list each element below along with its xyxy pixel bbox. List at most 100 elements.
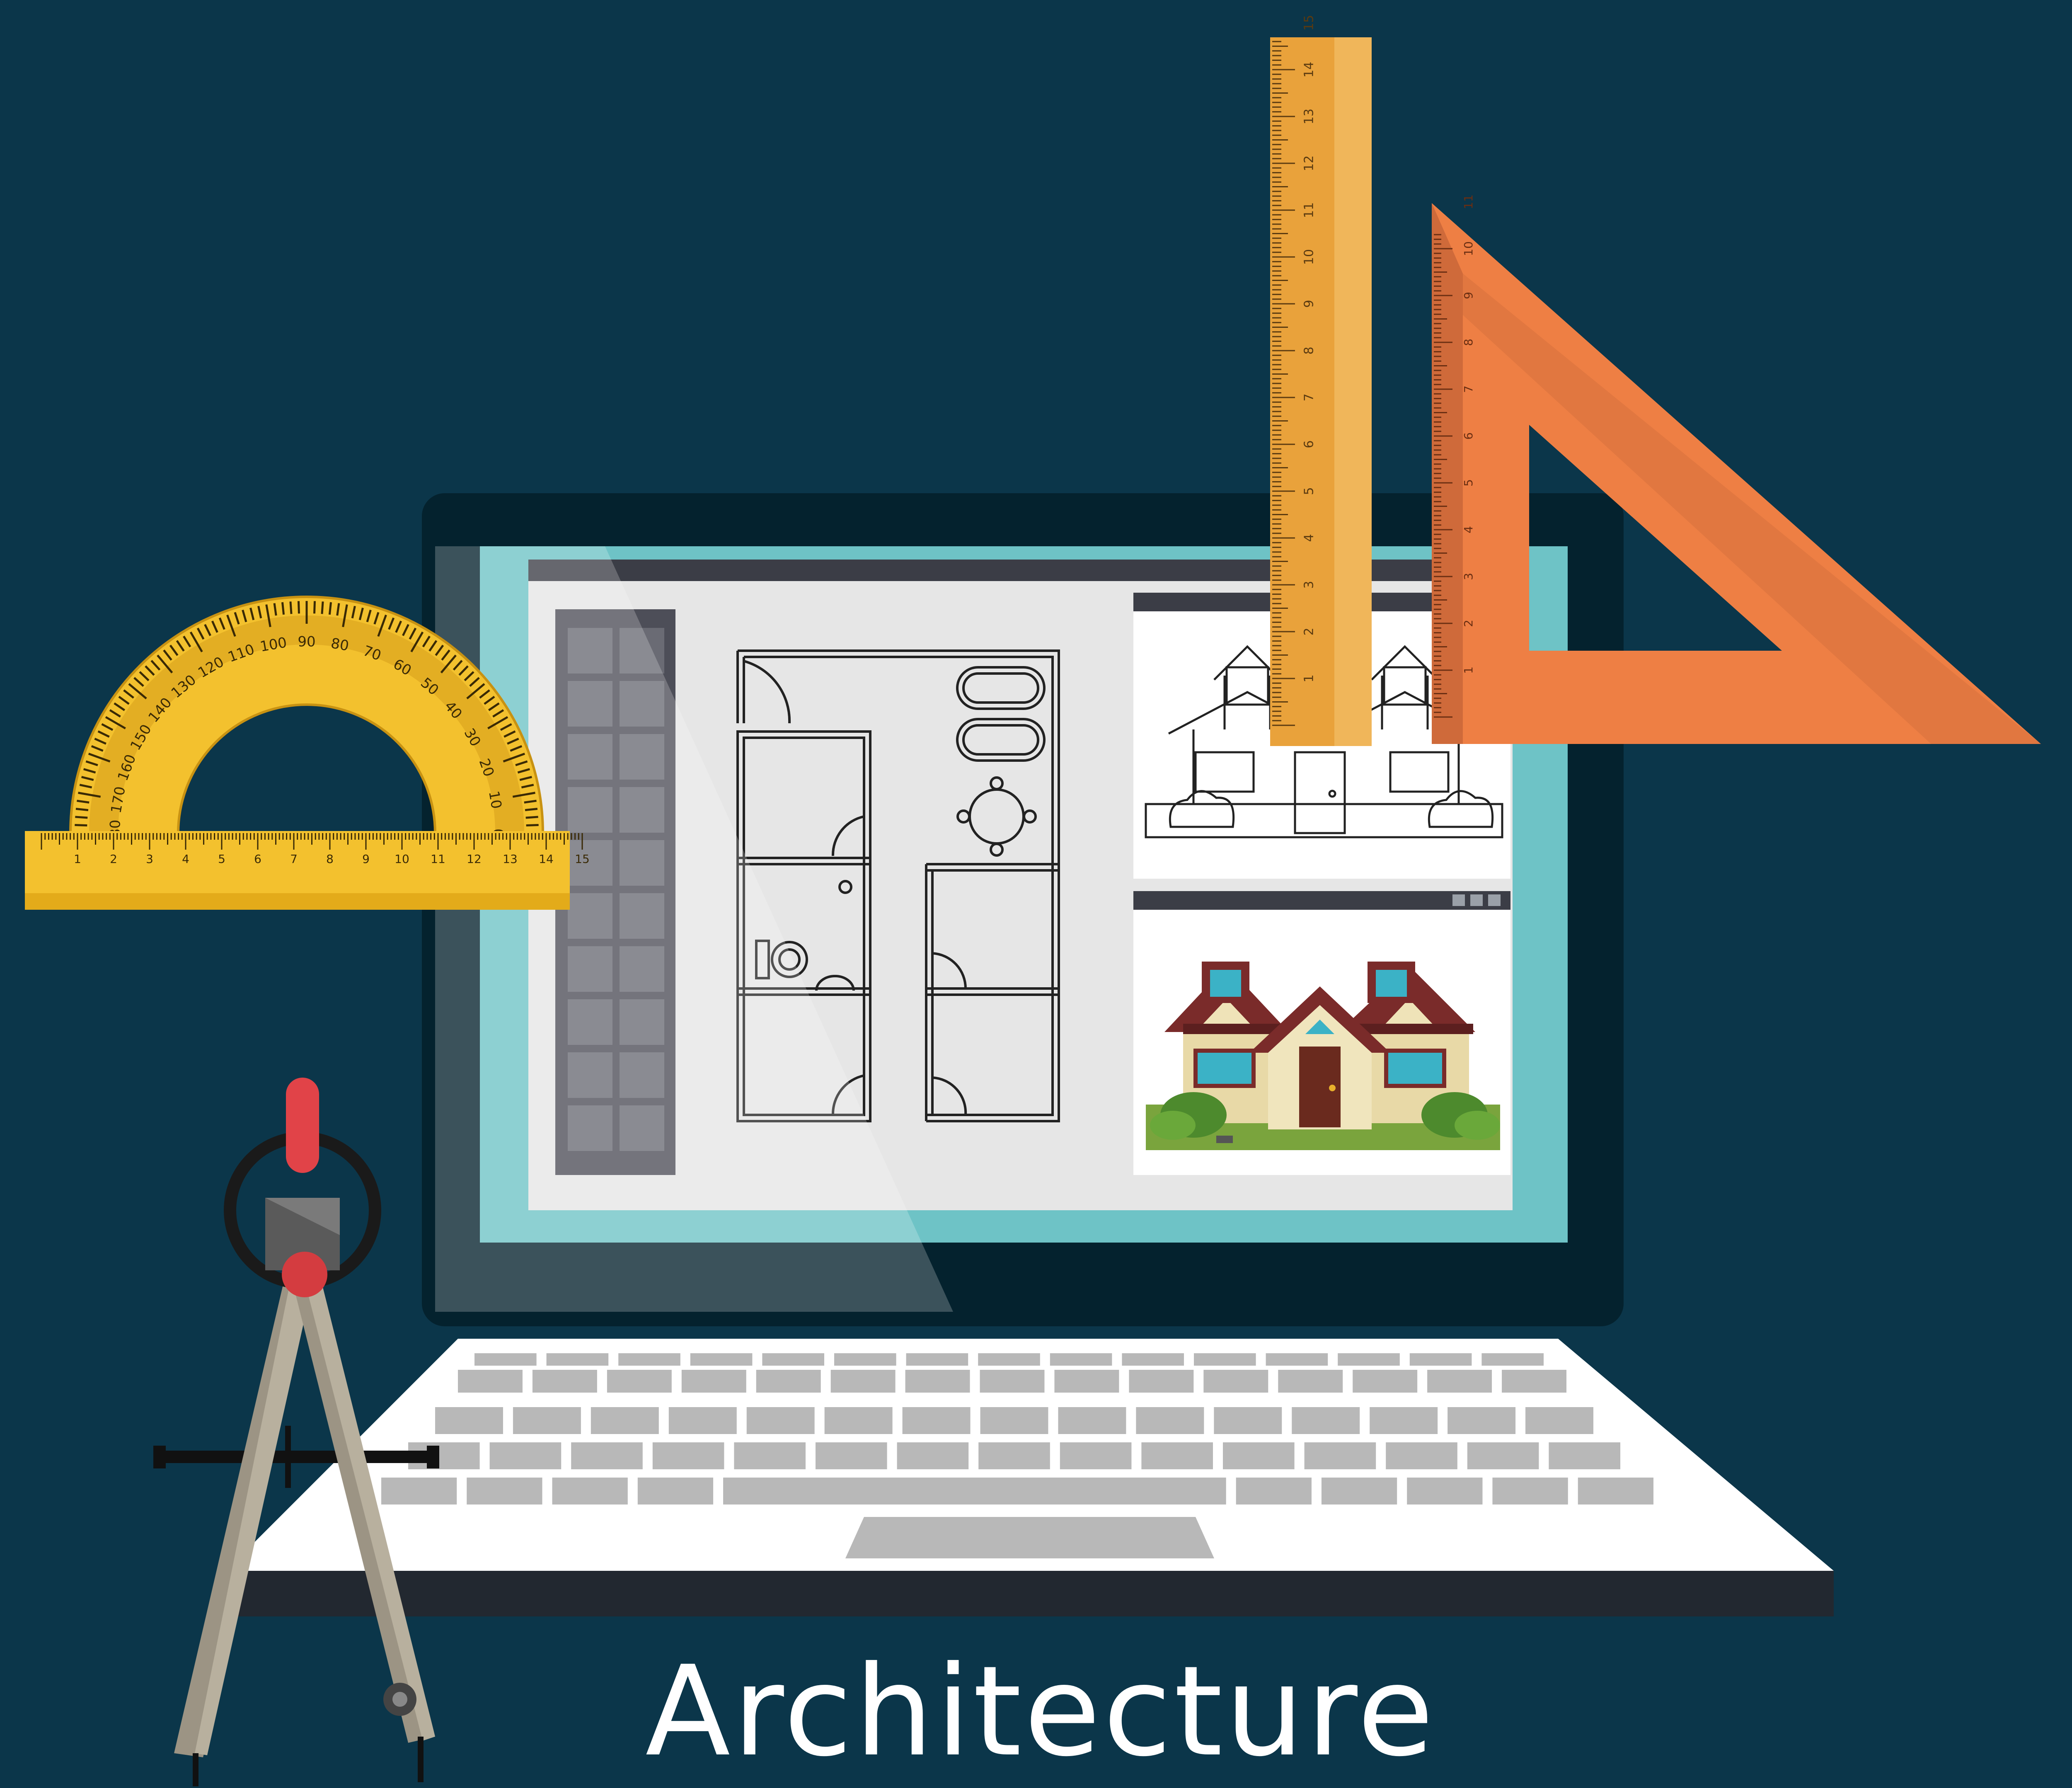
keyboard-key[interactable]	[1194, 1353, 1256, 1366]
keyboard-key[interactable]	[824, 1407, 893, 1434]
ruler-number: 8	[326, 852, 334, 866]
keyboard-key[interactable]	[1370, 1407, 1438, 1434]
keyboard-key[interactable]	[1353, 1370, 1418, 1393]
space-bar[interactable]	[723, 1478, 1226, 1505]
keyboard-key[interactable]	[905, 1370, 970, 1393]
set-square-number: 6	[1462, 432, 1475, 440]
keyboard-key[interactable]	[1236, 1478, 1312, 1505]
keyboard-key[interactable]	[1278, 1370, 1343, 1393]
keyboard-key[interactable]	[1214, 1407, 1282, 1434]
keyboard-key[interactable]	[467, 1478, 542, 1505]
keyboard-key[interactable]	[1447, 1407, 1516, 1434]
keyboard-key[interactable]	[1338, 1353, 1400, 1366]
panel-button-3[interactable]	[1488, 894, 1501, 906]
keyboard-key[interactable]	[1129, 1370, 1194, 1393]
keyboard-key[interactable]	[978, 1442, 1050, 1469]
keyboard-key[interactable]	[1321, 1478, 1397, 1505]
keyboard-key[interactable]	[1058, 1407, 1126, 1434]
ruler-number: 5	[218, 852, 225, 866]
keyboard-key[interactable]	[1502, 1370, 1566, 1393]
keyboard-key[interactable]	[652, 1442, 724, 1469]
ruler-number: 6	[254, 852, 261, 866]
keyboard-key[interactable]	[1292, 1407, 1360, 1434]
keyboard-key[interactable]	[1266, 1353, 1328, 1366]
keyboard-key[interactable]	[637, 1478, 714, 1505]
ruler-number: 2	[110, 852, 117, 866]
set-square-number: 3	[1462, 573, 1475, 580]
keyboard-key[interactable]	[1481, 1353, 1544, 1366]
keyboard-key[interactable]	[546, 1353, 609, 1366]
keyboard-key[interactable]	[532, 1370, 597, 1393]
keyboard-key[interactable]	[1492, 1478, 1568, 1505]
keyboard-key[interactable]	[668, 1407, 737, 1434]
keyboard-key[interactable]	[902, 1407, 971, 1434]
ruler-number: 15	[575, 852, 590, 866]
keyboard-key[interactable]	[746, 1407, 815, 1434]
keyboard-key[interactable]	[1203, 1370, 1268, 1393]
keyboard-key[interactable]	[607, 1370, 672, 1393]
keyboard-key[interactable]	[756, 1370, 821, 1393]
panel-button-2[interactable]	[1470, 894, 1483, 906]
ruler-icon: 123456789101112131415	[1270, 15, 1372, 746]
keyboard-key[interactable]	[897, 1442, 969, 1469]
keyboard-key[interactable]	[1386, 1442, 1457, 1469]
keyboard-key[interactable]	[1136, 1407, 1204, 1434]
keyboard-key[interactable]	[474, 1353, 537, 1366]
keyboard-key[interactable]	[1050, 1353, 1112, 1366]
keyboard-key[interactable]	[681, 1370, 746, 1393]
keyboard-key[interactable]	[552, 1478, 628, 1505]
keyboard-key[interactable]	[381, 1478, 457, 1505]
vertical-ruler-number: 7	[1302, 393, 1317, 401]
keyboard-key[interactable]	[435, 1407, 503, 1434]
keyboard-key[interactable]	[1407, 1478, 1483, 1505]
keyboard-key[interactable]	[1549, 1442, 1620, 1469]
vertical-ruler-number: 1	[1302, 674, 1317, 682]
keyboard-key[interactable]	[830, 1370, 896, 1393]
keyboard-key[interactable]	[1578, 1478, 1653, 1505]
keyboard-key[interactable]	[1054, 1370, 1119, 1393]
protractor-angle-label: 90	[298, 634, 315, 650]
keyboard-key[interactable]	[1525, 1407, 1593, 1434]
keyboard-key[interactable]	[816, 1442, 887, 1469]
ruler-number: 7	[290, 852, 298, 866]
protractor-angle-label: 10	[485, 790, 505, 810]
vertical-ruler-number: 4	[1302, 534, 1317, 542]
keyboard-key[interactable]	[734, 1442, 806, 1469]
vertical-ruler-number: 12	[1302, 155, 1317, 171]
vertical-ruler-number: 9	[1302, 300, 1317, 308]
set-square-number: 11	[1462, 194, 1475, 209]
ruler-number: 14	[539, 852, 554, 866]
keyboard-key[interactable]	[1304, 1442, 1376, 1469]
panel-button-1[interactable]	[1452, 894, 1465, 906]
set-square-number: 9	[1462, 292, 1475, 299]
vertical-ruler-number: 6	[1302, 440, 1317, 448]
keyboard-key[interactable]	[690, 1353, 753, 1366]
vertical-ruler-number: 5	[1302, 487, 1317, 495]
keyboard-key[interactable]	[762, 1353, 824, 1366]
keyboard-key[interactable]	[980, 1370, 1045, 1393]
keyboard-key[interactable]	[1141, 1442, 1213, 1469]
keyboard-key[interactable]	[978, 1353, 1040, 1366]
ruler-number: 3	[146, 852, 153, 866]
keyboard-key[interactable]	[834, 1353, 896, 1366]
vertical-ruler-labels: 123456789101112131415	[1302, 15, 1317, 683]
set-square-number: 7	[1462, 385, 1475, 393]
keyboard-key[interactable]	[980, 1407, 1048, 1434]
keyboard-key[interactable]	[591, 1407, 659, 1434]
keyboard-key[interactable]	[1060, 1442, 1132, 1469]
keyboard-key[interactable]	[906, 1353, 968, 1366]
keyboard-key[interactable]	[1223, 1442, 1295, 1469]
keyboard-key[interactable]	[1122, 1353, 1184, 1366]
keyboard-key[interactable]	[1427, 1370, 1492, 1393]
touchpad[interactable]	[845, 1517, 1214, 1558]
keyboard-key[interactable]	[513, 1407, 581, 1434]
keyboard-key[interactable]	[618, 1353, 680, 1366]
keyboard-key[interactable]	[489, 1442, 562, 1469]
ruler-number: 10	[395, 852, 409, 866]
architecture-illustration: 0102030405060708090100110120130140150160…	[25, 15, 2041, 1786]
keyboard-key[interactable]	[458, 1370, 523, 1393]
keyboard-key[interactable]	[1467, 1442, 1539, 1469]
vertical-ruler-number: 8	[1302, 346, 1317, 354]
keyboard-key[interactable]	[571, 1442, 643, 1469]
keyboard-key[interactable]	[1409, 1353, 1472, 1366]
